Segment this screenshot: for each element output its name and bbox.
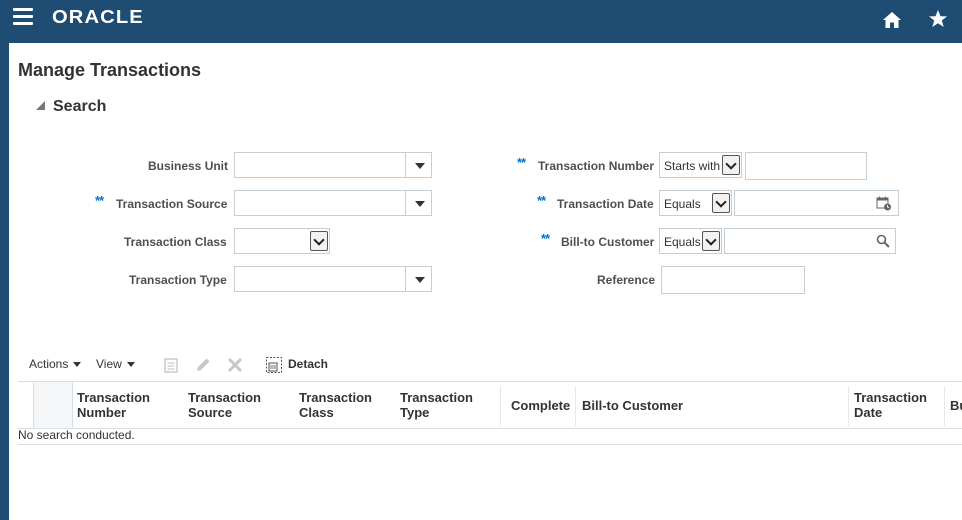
- transaction-date-operator-value: Equals: [664, 197, 701, 211]
- favorites-star-icon[interactable]: [928, 9, 948, 29]
- edit-pencil-icon[interactable]: [194, 356, 212, 374]
- column-header-bill-to-customer[interactable]: Bill-to Customer: [582, 398, 683, 413]
- chevron-down-icon: [725, 158, 737, 170]
- reference-label: Reference: [597, 273, 656, 287]
- column-header-line: Transaction: [400, 390, 473, 405]
- column-header-transaction-date[interactable]: Transaction Date: [854, 390, 927, 420]
- column-header-transaction-source[interactable]: Transaction Source: [188, 390, 261, 420]
- column-header-transaction-class[interactable]: Transaction Class: [299, 390, 372, 420]
- actions-menu[interactable]: Actions: [29, 357, 82, 371]
- detach-icon[interactable]: [265, 356, 283, 374]
- transaction-number-label: Transaction Number: [538, 159, 655, 173]
- transaction-date-operator-dropdown-button[interactable]: [712, 193, 730, 213]
- bill-to-customer-operator-dropdown-button[interactable]: [702, 231, 720, 251]
- transaction-date-operator-select[interactable]: Equals: [659, 190, 732, 216]
- business-unit-combo[interactable]: [234, 152, 432, 178]
- transaction-number-operator-value: Starts with: [664, 159, 721, 173]
- reference-input[interactable]: [661, 266, 805, 294]
- chevron-down-icon: [73, 362, 82, 368]
- transaction-type-combo[interactable]: [234, 266, 432, 292]
- column-separator: [500, 386, 501, 426]
- transaction-source-combo[interactable]: [234, 190, 432, 216]
- column-separator: [575, 386, 576, 426]
- required-marker: **: [95, 193, 104, 208]
- main-content: Manage Transactions Search Business Unit…: [9, 43, 962, 520]
- transaction-source-label: Transaction Source: [116, 197, 228, 211]
- chevron-down-icon: [313, 234, 325, 246]
- column-header-truncated[interactable]: Bu: [950, 398, 962, 413]
- empty-table-message: No search conducted.: [18, 428, 135, 442]
- transaction-number-input[interactable]: [745, 152, 867, 180]
- search-icon[interactable]: [876, 234, 890, 248]
- page-title: Manage Transactions: [18, 60, 202, 80]
- transaction-type-dropdown-button[interactable]: [405, 267, 431, 291]
- column-header-line: Type: [400, 405, 430, 420]
- business-unit-label: Business Unit: [148, 159, 229, 173]
- column-separator: [848, 386, 849, 426]
- required-marker: **: [517, 155, 526, 170]
- dropdown-arrow-icon: [415, 201, 425, 207]
- delete-x-icon[interactable]: [226, 356, 244, 374]
- calendar-icon[interactable]: [876, 195, 892, 211]
- column-header-line: Class: [299, 405, 334, 420]
- column-header-transaction-number[interactable]: Transaction Number: [77, 390, 150, 420]
- transaction-date-label: Transaction Date: [557, 197, 654, 211]
- dropdown-arrow-icon: [415, 163, 425, 169]
- required-marker: **: [541, 231, 550, 246]
- bill-to-customer-label: Bill-to Customer: [561, 235, 655, 249]
- home-icon[interactable]: [882, 10, 902, 30]
- chevron-down-icon: [715, 196, 727, 208]
- transaction-class-select[interactable]: [234, 228, 330, 254]
- column-header-line: Date: [854, 405, 883, 420]
- oracle-logo: ORACLE: [52, 7, 144, 27]
- dropdown-arrow-icon: [415, 277, 425, 283]
- bill-to-customer-input[interactable]: [724, 228, 896, 254]
- view-menu-label: View: [96, 357, 122, 371]
- column-separator: [944, 386, 945, 426]
- transaction-number-operator-dropdown-button[interactable]: [722, 155, 740, 175]
- view-details-icon[interactable]: [162, 356, 180, 374]
- navigator-menu-icon[interactable]: [13, 8, 33, 25]
- global-header: ORACLE: [0, 0, 962, 43]
- bill-to-customer-operator-select[interactable]: Equals: [659, 228, 722, 254]
- column-header-line: Source: [188, 405, 233, 420]
- search-section-header[interactable]: Search: [53, 98, 106, 116]
- transaction-type-label: Transaction Type: [129, 273, 227, 287]
- transaction-source-dropdown-button[interactable]: [405, 191, 431, 215]
- view-menu[interactable]: View: [96, 357, 135, 371]
- row-header-column: [33, 382, 73, 428]
- transaction-number-operator-select[interactable]: Starts with: [659, 152, 742, 178]
- business-unit-dropdown-button[interactable]: [405, 153, 431, 177]
- column-header-line: Transaction: [299, 390, 372, 405]
- column-header-line: Number: [77, 405, 127, 420]
- column-header-transaction-type[interactable]: Transaction Type: [400, 390, 473, 420]
- results-table-header: Transaction Number Transaction Source Tr…: [18, 381, 962, 429]
- transaction-class-dropdown-button[interactable]: [310, 231, 328, 251]
- collapse-triangle-icon[interactable]: [34, 99, 46, 111]
- table-bottom-border: [18, 444, 962, 445]
- chevron-down-icon: [705, 234, 717, 246]
- detach-button[interactable]: Detach: [288, 357, 328, 371]
- column-header-line: Transaction: [854, 390, 927, 405]
- bill-to-customer-operator-value: Equals: [664, 235, 701, 249]
- transaction-date-input[interactable]: [734, 190, 899, 216]
- column-header-complete[interactable]: Complete: [511, 398, 570, 413]
- required-marker: **: [537, 193, 546, 208]
- transaction-class-label: Transaction Class: [124, 235, 227, 249]
- chevron-down-icon: [126, 362, 135, 368]
- column-header-line: Transaction: [77, 390, 150, 405]
- actions-menu-label: Actions: [29, 357, 69, 371]
- column-header-line: Transaction: [188, 390, 261, 405]
